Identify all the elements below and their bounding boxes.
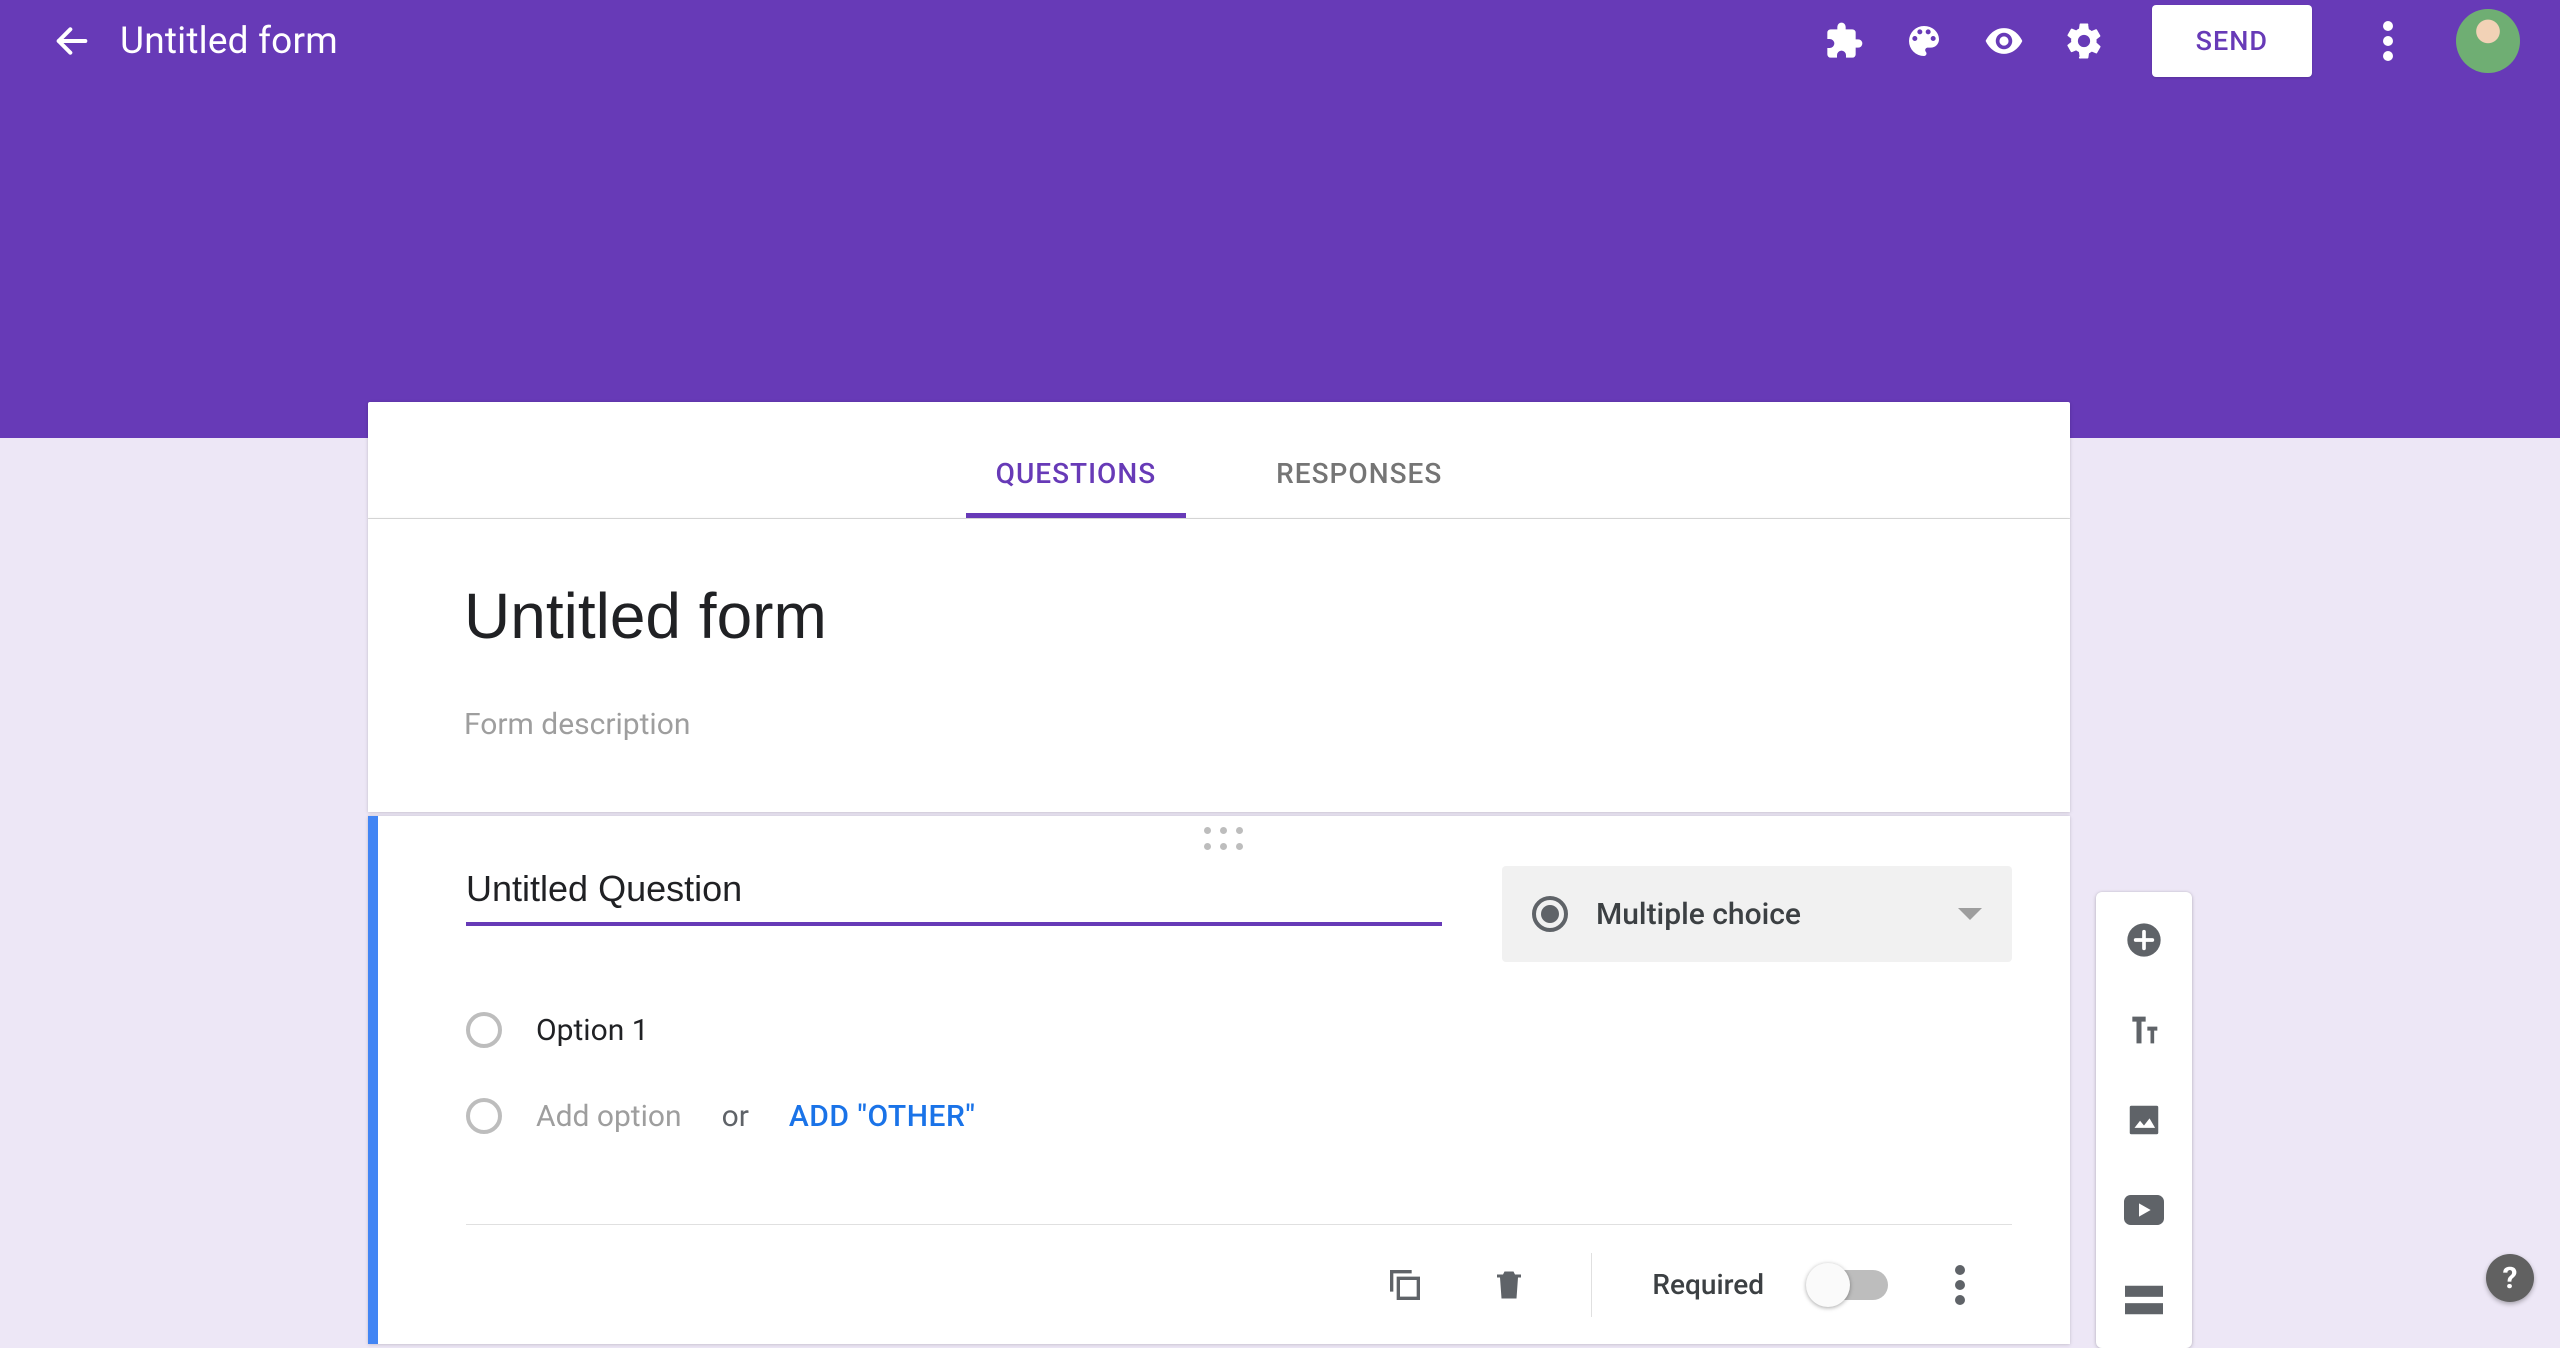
preview-icon[interactable] xyxy=(1976,13,2032,69)
add-option-row: Add option or ADD "OTHER" xyxy=(466,1098,2012,1134)
back-button[interactable] xyxy=(48,17,96,65)
option-text[interactable]: Option 1 xyxy=(536,1013,649,1048)
or-label: or xyxy=(722,1099,749,1134)
account-avatar[interactable] xyxy=(2456,9,2520,73)
required-label: Required xyxy=(1652,1268,1764,1301)
question-card[interactable]: Multiple choice Option 1 Add option or A… xyxy=(368,816,2070,1344)
radio-filled-icon xyxy=(1532,896,1568,932)
add-image-icon[interactable] xyxy=(2116,1092,2172,1148)
add-question-icon[interactable] xyxy=(2116,912,2172,968)
question-type-dropdown[interactable]: Multiple choice xyxy=(1502,866,2012,962)
chevron-down-icon xyxy=(1958,908,1982,920)
form-description-input[interactable]: Form description xyxy=(464,707,1974,742)
send-button[interactable]: SEND xyxy=(2152,5,2312,77)
main-area: QUESTIONS RESPONSES Form description Mul… xyxy=(368,82,2192,1344)
document-title[interactable]: Untitled form xyxy=(120,20,338,63)
help-icon[interactable]: ? xyxy=(2486,1254,2534,1302)
question-type-label: Multiple choice xyxy=(1596,897,1930,932)
form-header-card[interactable]: Form description xyxy=(368,519,2070,812)
side-toolbar xyxy=(2096,892,2192,1348)
question-footer: Required xyxy=(466,1224,2012,1344)
duplicate-icon[interactable] xyxy=(1373,1253,1437,1317)
theme-icon[interactable] xyxy=(1896,13,1952,69)
addons-icon[interactable] xyxy=(1816,13,1872,69)
more-menu-icon[interactable] xyxy=(2360,13,2416,69)
tab-responses[interactable]: RESPONSES xyxy=(1276,457,1442,518)
add-title-icon[interactable] xyxy=(2116,1002,2172,1058)
drag-handle-icon[interactable] xyxy=(378,816,2070,862)
question-more-icon[interactable] xyxy=(1928,1253,1992,1317)
divider xyxy=(1591,1253,1592,1317)
settings-icon[interactable] xyxy=(2056,13,2112,69)
add-video-icon[interactable] xyxy=(2116,1182,2172,1238)
app-bar: Untitled form SEND xyxy=(0,0,2560,82)
radio-outline-icon xyxy=(466,1012,502,1048)
option-row[interactable]: Option 1 xyxy=(466,1012,2012,1048)
required-toggle[interactable] xyxy=(1808,1270,1888,1300)
tab-bar: QUESTIONS RESPONSES xyxy=(368,402,2070,519)
question-title-input[interactable] xyxy=(466,866,1442,926)
add-option-input[interactable]: Add option xyxy=(536,1099,682,1134)
add-other-button[interactable]: ADD "OTHER" xyxy=(789,1099,976,1134)
radio-outline-icon xyxy=(466,1098,502,1134)
tab-questions[interactable]: QUESTIONS xyxy=(996,457,1156,518)
delete-icon[interactable] xyxy=(1477,1253,1541,1317)
form-title-input[interactable] xyxy=(464,577,1974,663)
